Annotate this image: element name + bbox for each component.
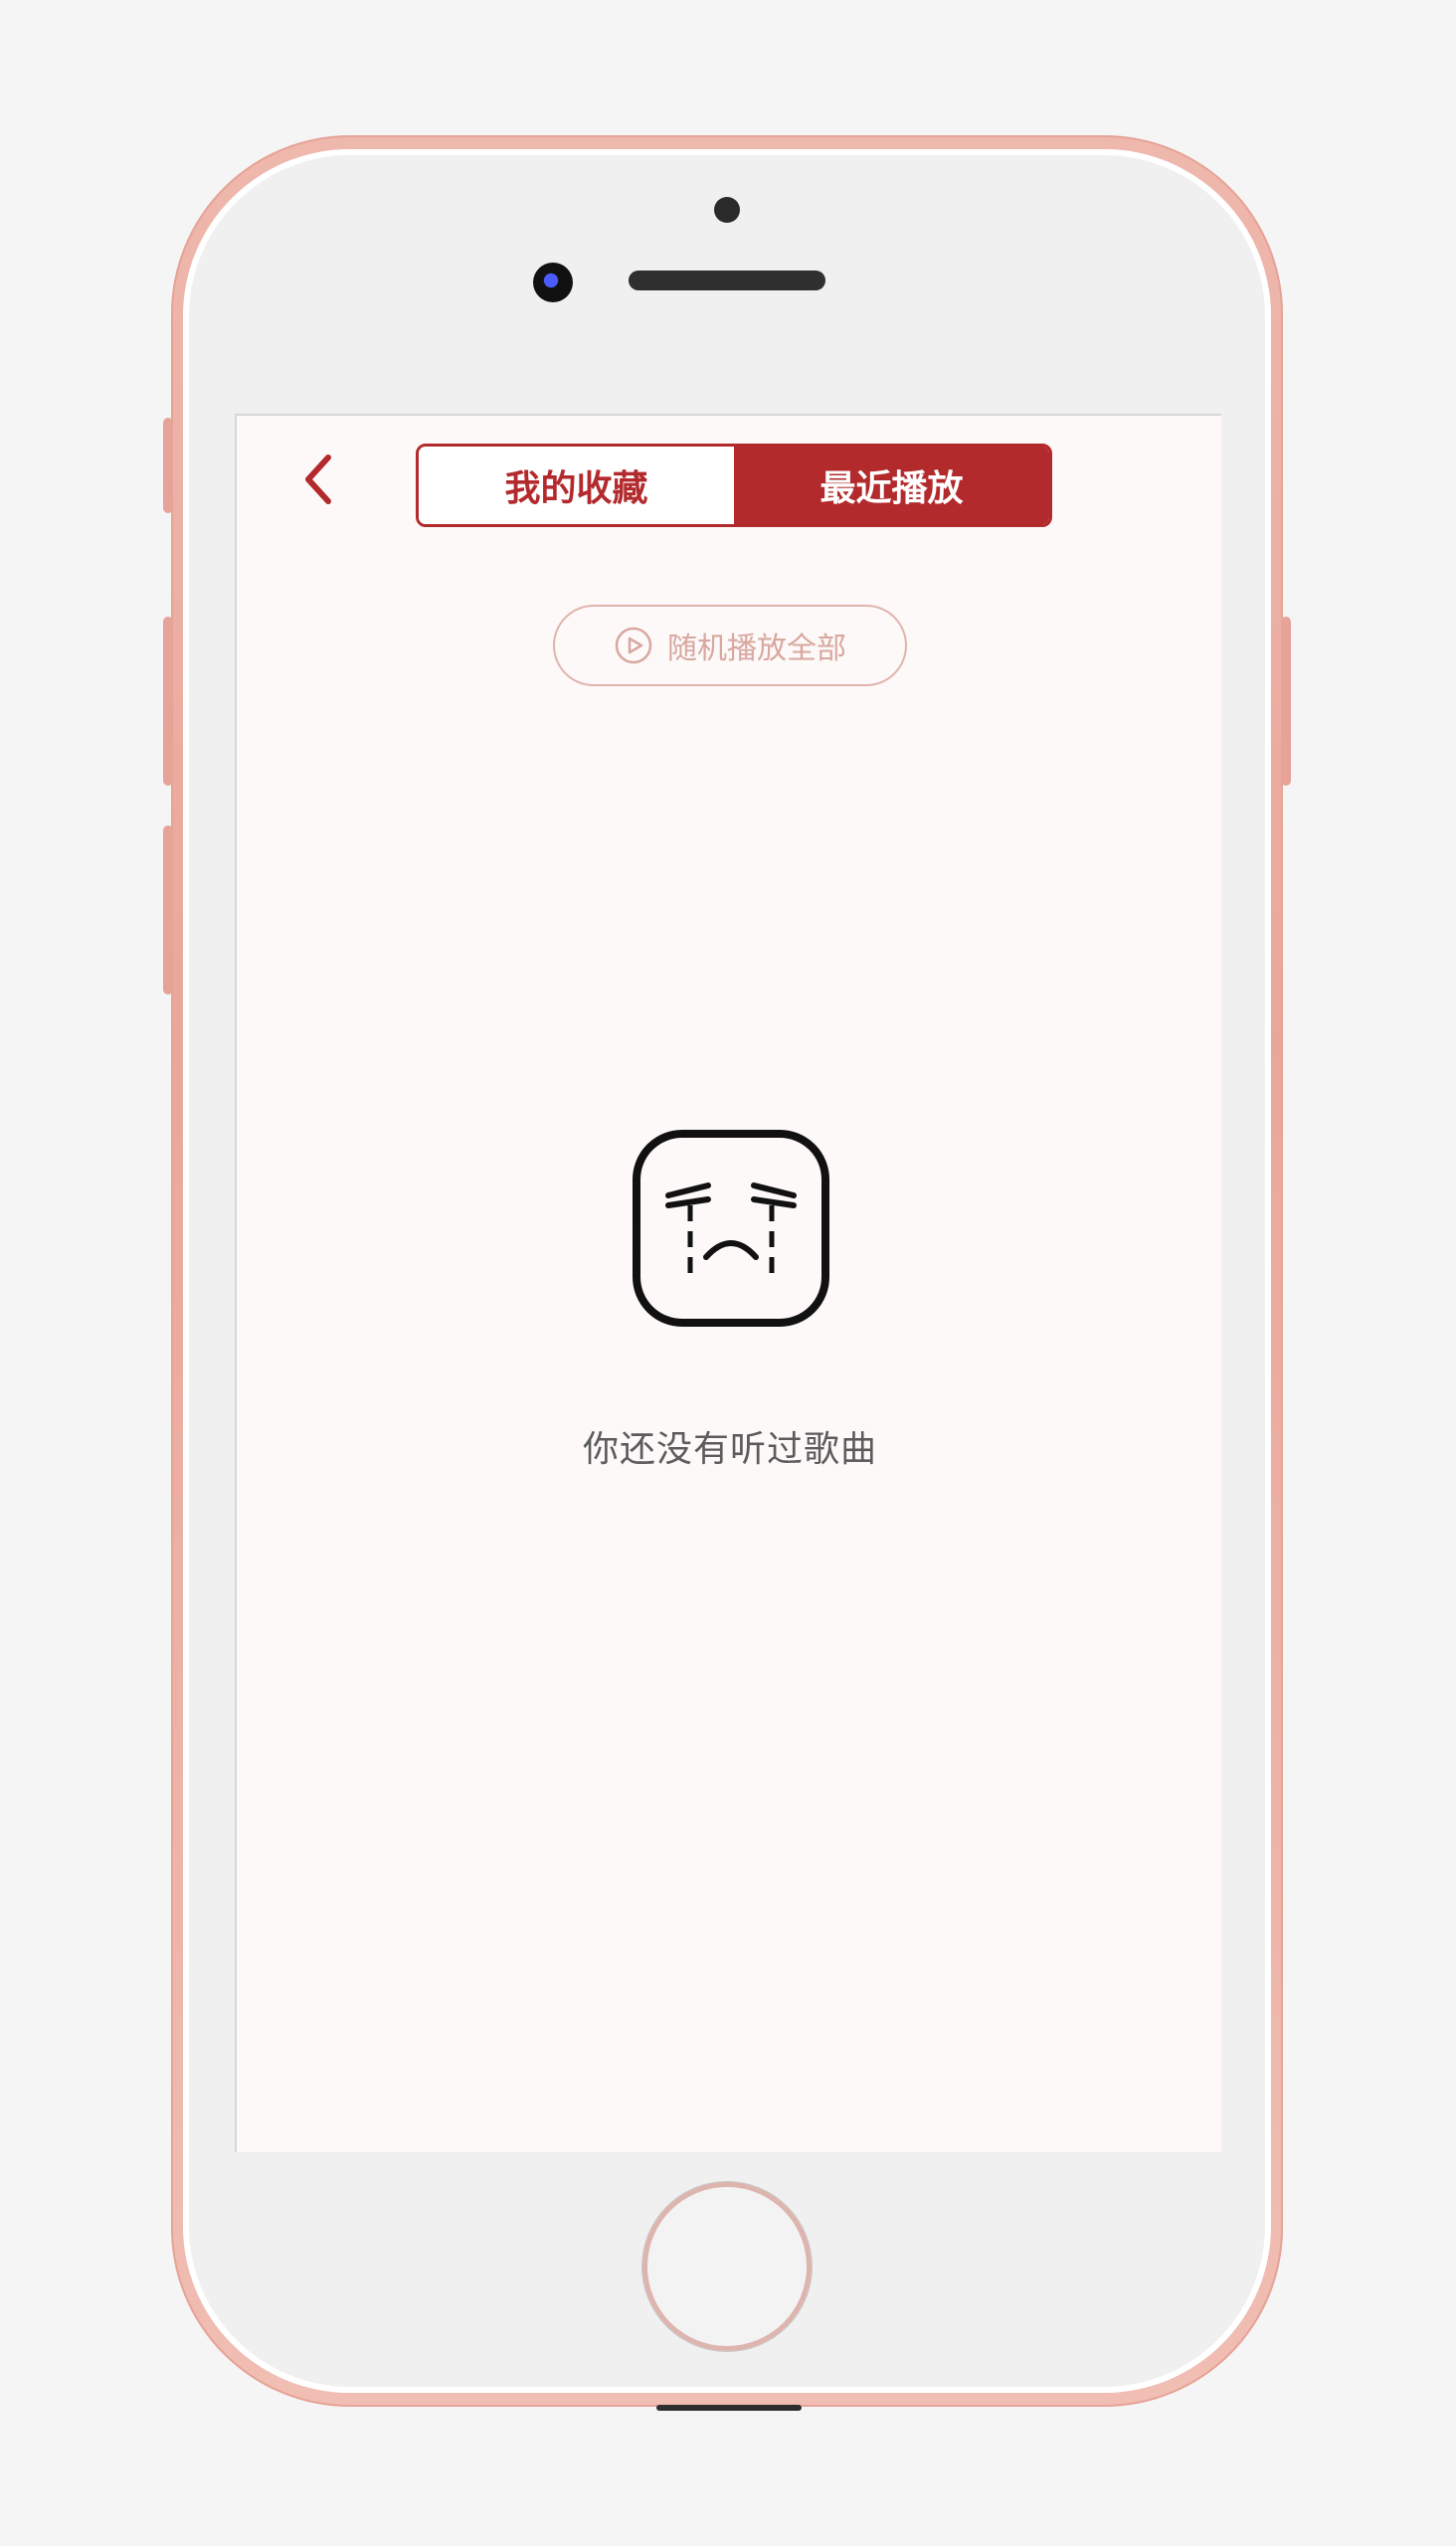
play-circle-icon <box>615 627 652 664</box>
tab-recently-played[interactable]: 最近播放 <box>734 447 1049 524</box>
tab-favorites[interactable]: 我的收藏 <box>419 447 734 524</box>
earpiece-speaker <box>629 271 825 290</box>
power-button <box>1281 617 1291 786</box>
back-button[interactable] <box>294 452 342 507</box>
bottom-bezel-line <box>656 2405 802 2411</box>
mute-switch <box>163 418 173 513</box>
shuffle-all-label: 随机播放全部 <box>667 632 846 666</box>
proximity-sensor <box>714 197 740 223</box>
empty-state-message: 你还没有听过歌曲 <box>582 1429 877 1470</box>
chevron-left-icon <box>305 455 331 504</box>
app-screen: 我的收藏 最近播放 随机播放全部 你还没有听过歌曲 <box>235 414 1221 2152</box>
volume-down-button <box>163 825 173 995</box>
home-button <box>642 2182 812 2351</box>
shuffle-all-button[interactable]: 随机播放全部 <box>553 605 907 686</box>
front-camera <box>533 263 573 302</box>
crying-face-icon <box>633 1130 829 1327</box>
volume-up-button <box>163 617 173 786</box>
segment-tabs: 我的收藏 最近播放 <box>416 444 1052 527</box>
